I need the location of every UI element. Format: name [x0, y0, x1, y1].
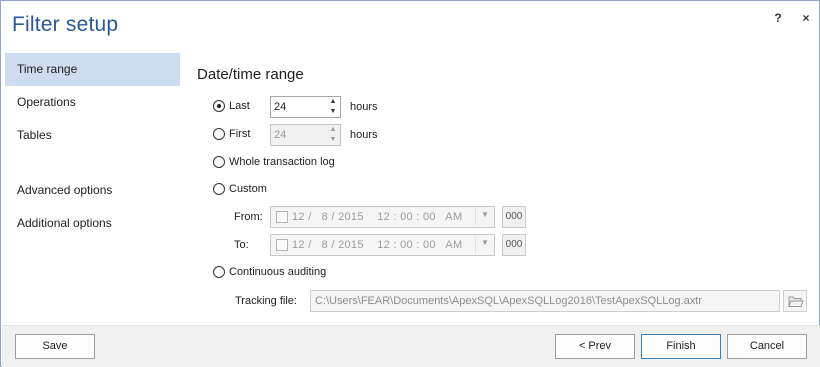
- dialog-title: Filter setup: [12, 13, 119, 36]
- first-hours-unit: hours: [350, 129, 378, 141]
- custom-radio-label: Custom: [229, 183, 267, 195]
- continuous-auditing-radio-label: Continuous auditing: [229, 266, 327, 278]
- sidebar-item-time-range[interactable]: Time range: [5, 53, 180, 86]
- first-hours-stepper: 24 ▲ ▼: [270, 124, 341, 146]
- filter-setup-dialog: Filter setup ? × Time range Operations T…: [0, 0, 820, 367]
- last-radio[interactable]: Last: [213, 100, 250, 112]
- from-milliseconds: 000: [502, 206, 526, 228]
- sidebar-item-advanced-options[interactable]: Advanced options: [5, 174, 180, 207]
- sidebar-item-additional-options[interactable]: Additional options: [5, 207, 180, 240]
- from-datetime-picker: 12 / 8 / 2015 12 : 00 : 00 AM ▼: [270, 206, 495, 228]
- first-radio[interactable]: First: [213, 128, 250, 140]
- to-checkbox: [276, 239, 288, 251]
- from-checkbox: [276, 211, 288, 223]
- to-datetime-value: 12 / 8 / 2015 12 : 00 : 00 AM: [292, 239, 463, 251]
- last-radio-label: Last: [229, 100, 250, 112]
- chevron-down-icon: ▼: [481, 238, 489, 247]
- from-datetime-value: 12 / 8 / 2015 12 : 00 : 00 AM: [292, 211, 463, 223]
- prev-button[interactable]: < Prev: [555, 334, 635, 359]
- help-button[interactable]: ?: [769, 9, 787, 27]
- radio-unchecked-icon: [213, 128, 225, 140]
- from-label: From:: [234, 211, 263, 223]
- radio-checked-icon: [213, 100, 225, 112]
- to-label: To:: [234, 239, 249, 251]
- last-hours-unit: hours: [350, 101, 378, 113]
- browse-folder-button: [783, 290, 807, 312]
- last-hours-stepper[interactable]: 24 ▲ ▼: [270, 96, 341, 118]
- radio-unchecked-icon: [213, 156, 225, 168]
- to-milliseconds: 000: [502, 234, 526, 256]
- radio-unchecked-icon: [213, 183, 225, 195]
- to-datetime-picker: 12 / 8 / 2015 12 : 00 : 00 AM ▼: [270, 234, 495, 256]
- radio-unchecked-icon: [213, 266, 225, 278]
- spin-down-icon: ▼: [329, 136, 337, 143]
- finish-button[interactable]: Finish: [641, 334, 721, 359]
- spin-up-icon: ▲: [329, 126, 337, 133]
- spin-up-icon[interactable]: ▲: [326, 97, 340, 107]
- continuous-auditing-radio[interactable]: Continuous auditing: [213, 266, 326, 278]
- folder-icon: [788, 296, 804, 307]
- close-button[interactable]: ×: [797, 9, 815, 27]
- save-button[interactable]: Save: [15, 334, 95, 359]
- whole-log-radio[interactable]: Whole transaction log: [213, 156, 335, 168]
- chevron-down-icon: ▼: [481, 210, 489, 219]
- section-title: Date/time range: [197, 66, 304, 83]
- sidebar-item-tables[interactable]: Tables: [5, 119, 180, 152]
- custom-radio[interactable]: Custom: [213, 183, 267, 195]
- sidebar-item-operations[interactable]: Operations: [5, 86, 180, 119]
- last-hours-value: 24: [274, 101, 287, 113]
- whole-log-radio-label: Whole transaction log: [229, 156, 335, 168]
- first-hours-value: 24: [274, 129, 287, 141]
- tracking-file-input: C:\Users\FEAR\Documents\ApexSQL\ApexSQLL…: [310, 290, 780, 312]
- spin-down-icon[interactable]: ▼: [326, 107, 340, 117]
- tracking-file-label: Tracking file:: [235, 295, 297, 307]
- first-radio-label: First: [229, 128, 251, 140]
- cancel-button[interactable]: Cancel: [727, 334, 807, 359]
